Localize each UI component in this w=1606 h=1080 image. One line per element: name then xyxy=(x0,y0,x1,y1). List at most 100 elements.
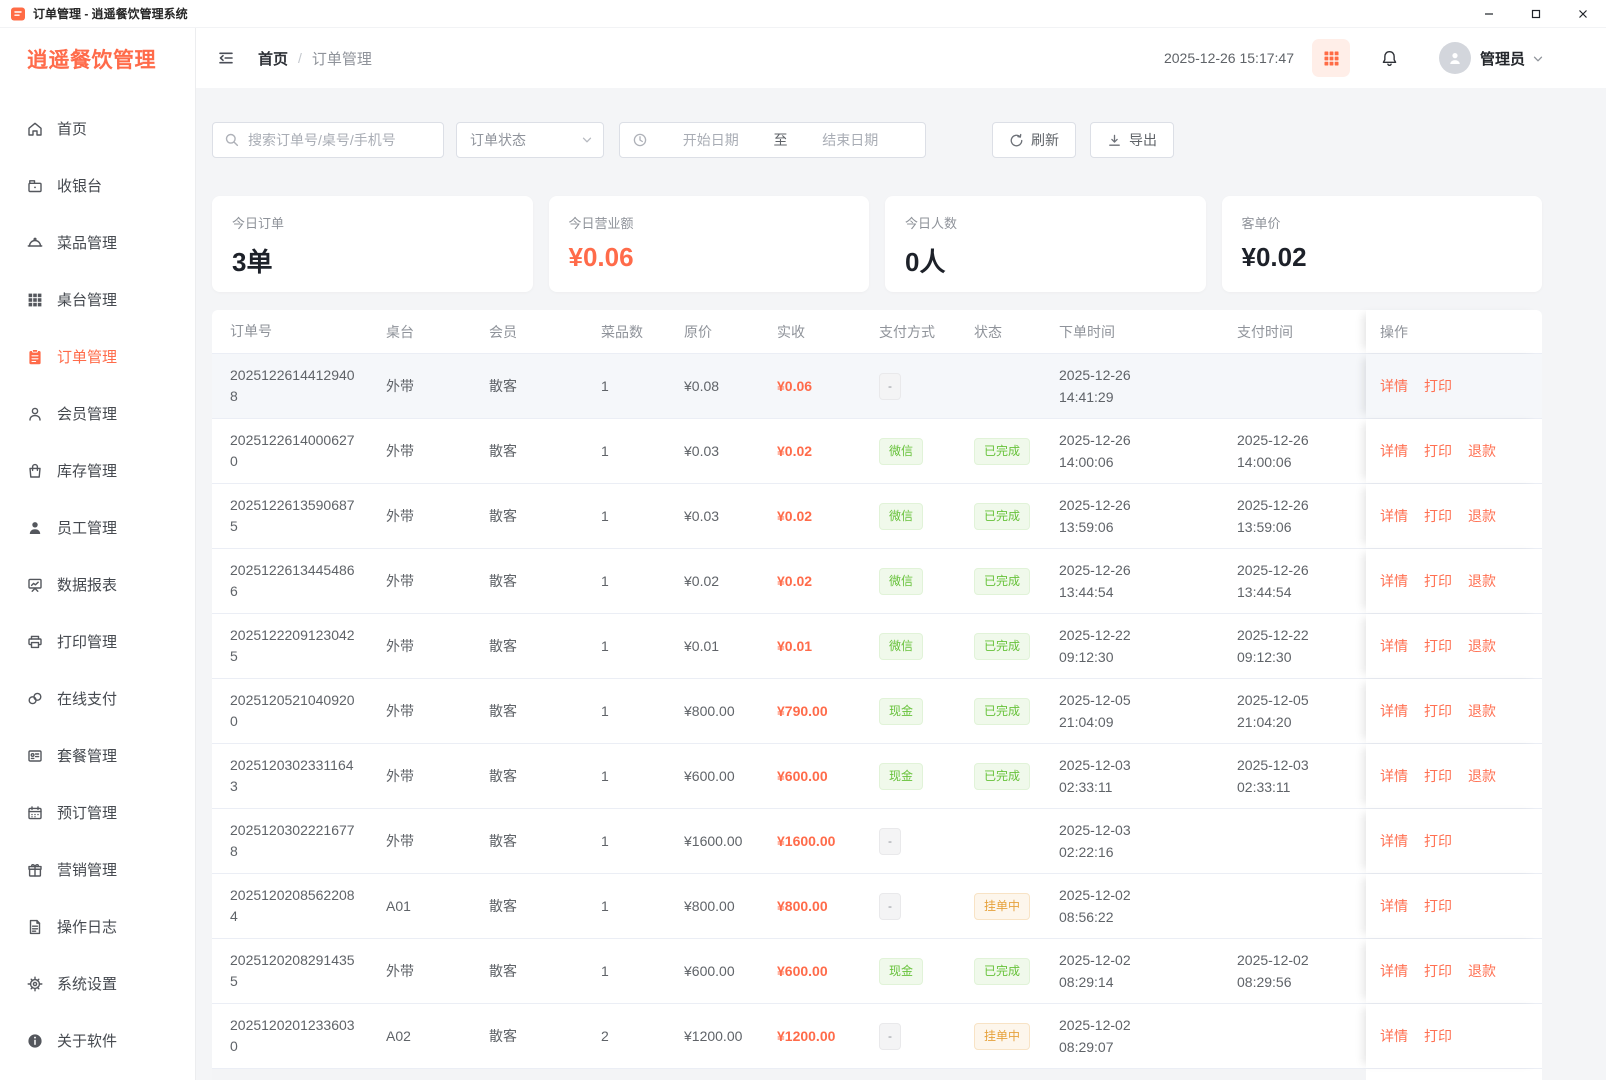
print-link[interactable]: 打印 xyxy=(1424,831,1452,851)
print-link[interactable]: 打印 xyxy=(1424,376,1452,396)
window-titlebar: 订单管理 - 逍遥餐饮管理系统 xyxy=(0,0,1606,28)
print-link[interactable]: 打印 xyxy=(1424,766,1452,786)
stat-label: 今日订单 xyxy=(232,216,285,231)
sidebar-item-packages[interactable]: 套餐管理 xyxy=(0,727,195,784)
maximize-button[interactable] xyxy=(1512,0,1559,28)
sidebar-item-members[interactable]: 会员管理 xyxy=(0,385,195,442)
print-link[interactable]: 打印 xyxy=(1424,701,1452,721)
sidebar-item-label: 订单管理 xyxy=(57,349,118,366)
order-time-cell: 2025-12-03 02:22:16 xyxy=(1059,822,1131,860)
top-header: 首页 / 订单管理 2025-12-26 15:17:47 管理员 xyxy=(196,28,1606,88)
detail-link[interactable]: 详情 xyxy=(1380,766,1408,786)
detail-link[interactable]: 详情 xyxy=(1380,441,1408,461)
sidebar-item-label: 预订管理 xyxy=(57,805,118,822)
dish-icon xyxy=(26,234,44,252)
status-badge: 挂单中 xyxy=(974,1022,1031,1050)
breadcrumb-current: 订单管理 xyxy=(311,50,372,68)
detail-link[interactable]: 详情 xyxy=(1380,961,1408,981)
start-date-input[interactable]: 开始日期 xyxy=(648,130,774,150)
sidebar-item-label: 套餐管理 xyxy=(57,748,118,765)
minimize-button[interactable] xyxy=(1465,0,1512,28)
sidebar-item-reservations[interactable]: 预订管理 xyxy=(0,784,195,841)
status-badge: 已完成 xyxy=(974,697,1031,725)
paid-amount-cell: ¥0.02 xyxy=(777,443,813,459)
detail-link[interactable]: 详情 xyxy=(1380,571,1408,591)
sidebar-item-settings[interactable]: 系统设置 xyxy=(0,955,195,1012)
table-row: 20251226144129408 外带 散客 1 ¥0.08 ¥0.06 - … xyxy=(212,354,1542,419)
detail-link[interactable]: 详情 xyxy=(1380,506,1408,526)
dish-count-cell: 1 xyxy=(601,573,609,589)
sidebar-item-orders[interactable]: 订单管理 xyxy=(0,328,195,385)
refund-link[interactable]: 退款 xyxy=(1468,506,1496,526)
sidebar-item-dishes[interactable]: 菜品管理 xyxy=(0,214,195,271)
user-avatar[interactable] xyxy=(1438,42,1471,74)
order-no-cell: 20251226135906875 xyxy=(230,497,355,534)
order-no-cell: 20251203022216778 xyxy=(230,822,355,859)
print-link[interactable]: 打印 xyxy=(1424,506,1452,526)
sidebar-item-label: 收银台 xyxy=(57,178,103,195)
search-input[interactable] xyxy=(248,132,432,148)
refund-link[interactable]: 退款 xyxy=(1468,961,1496,981)
refresh-button[interactable]: 刷新 xyxy=(992,122,1076,158)
sidebar-item-inventory[interactable]: 库存管理 xyxy=(0,442,195,499)
menu-fold-icon[interactable] xyxy=(217,49,235,67)
horizontal-scrollbar[interactable] xyxy=(212,1069,1366,1080)
order-time-cell: 2025-12-03 02:33:11 xyxy=(1059,757,1131,795)
refund-link[interactable]: 退款 xyxy=(1468,766,1496,786)
sidebar-item-about[interactable]: 关于软件 xyxy=(0,1012,195,1069)
print-link[interactable]: 打印 xyxy=(1424,896,1452,916)
chevron-down-icon[interactable] xyxy=(1532,52,1544,64)
export-button[interactable]: 导出 xyxy=(1090,122,1174,158)
sidebar-item-cashier[interactable]: 收银台 xyxy=(0,157,195,214)
sidebar-item-home[interactable]: 首页 xyxy=(0,100,195,157)
print-link[interactable]: 打印 xyxy=(1424,636,1452,656)
table-row: 20251203023311643 外带 散客 1 ¥600.00 ¥600.0… xyxy=(212,744,1542,809)
stat-label: 今日人数 xyxy=(905,216,958,231)
payment-tag: - xyxy=(879,372,901,400)
payment-icon xyxy=(26,690,44,708)
actions-cell: 详情 打印 xyxy=(1366,809,1542,873)
print-link[interactable]: 打印 xyxy=(1424,441,1452,461)
paid-amount-cell: ¥800.00 xyxy=(777,898,828,914)
end-date-input[interactable]: 结束日期 xyxy=(788,130,914,150)
detail-link[interactable]: 详情 xyxy=(1380,376,1408,396)
sidebar-item-label: 库存管理 xyxy=(57,463,118,480)
print-link[interactable]: 打印 xyxy=(1424,961,1452,981)
refund-link[interactable]: 退款 xyxy=(1468,571,1496,591)
refund-link[interactable]: 退款 xyxy=(1468,441,1496,461)
detail-link[interactable]: 详情 xyxy=(1380,831,1408,851)
sidebar-item-marketing[interactable]: 营销管理 xyxy=(0,841,195,898)
status-cell: 已完成 xyxy=(974,567,1059,595)
member-cell: 散客 xyxy=(489,508,517,524)
detail-link[interactable]: 详情 xyxy=(1380,1026,1408,1046)
stat-value: ¥0.02 xyxy=(1241,242,1307,272)
sidebar-item-logs[interactable]: 操作日志 xyxy=(0,898,195,955)
print-link[interactable]: 打印 xyxy=(1424,571,1452,591)
sidebar-item-online-payment[interactable]: 在线支付 xyxy=(0,670,195,727)
apps-grid-button[interactable] xyxy=(1311,39,1350,77)
date-range-picker[interactable]: 开始日期 至 结束日期 xyxy=(619,122,926,158)
sidebar-item-printing[interactable]: 打印管理 xyxy=(0,613,195,670)
breadcrumb-home[interactable]: 首页 xyxy=(258,48,288,69)
print-link[interactable]: 打印 xyxy=(1424,1026,1452,1046)
sidebar-item-staff[interactable]: 员工管理 xyxy=(0,499,195,556)
order-status-select[interactable]: 订单状态 xyxy=(456,122,604,158)
order-time-cell: 2025-12-26 14:00:06 xyxy=(1059,432,1131,470)
username[interactable]: 管理员 xyxy=(1480,48,1525,69)
detail-link[interactable]: 详情 xyxy=(1380,896,1408,916)
refund-link[interactable]: 退款 xyxy=(1468,636,1496,656)
notification-bell-icon[interactable] xyxy=(1380,49,1399,68)
sidebar-item-reports[interactable]: 数据报表 xyxy=(0,556,195,613)
close-button[interactable] xyxy=(1559,0,1606,28)
detail-link[interactable]: 详情 xyxy=(1380,636,1408,656)
table-cell: 外带 xyxy=(386,638,414,654)
original-price-cell: ¥1600.00 xyxy=(684,833,743,849)
stat-card: 今日订单 3单 xyxy=(212,196,533,292)
member-cell: 散客 xyxy=(489,703,517,719)
refund-link[interactable]: 退款 xyxy=(1468,701,1496,721)
pay-time-cell: 2025-12-03 02:33:11 xyxy=(1237,757,1309,795)
detail-link[interactable]: 详情 xyxy=(1380,701,1408,721)
sidebar-item-tables[interactable]: 桌台管理 xyxy=(0,271,195,328)
stat-card: 今日人数 0人 xyxy=(885,196,1206,292)
package-icon xyxy=(26,747,44,765)
